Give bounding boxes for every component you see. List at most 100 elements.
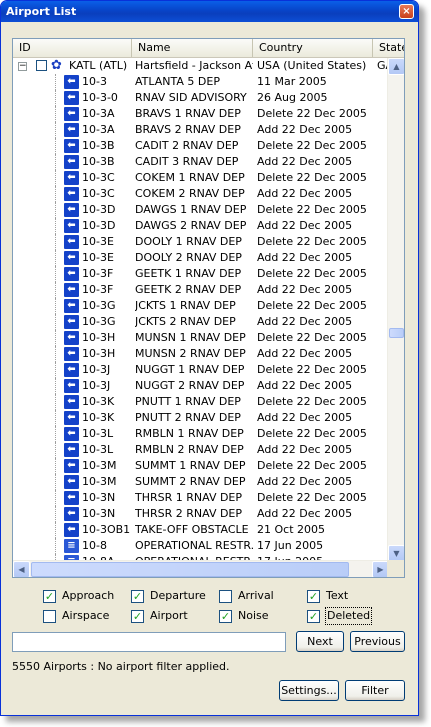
chart-row[interactable]: ⬅ 10-3C COKEM 1 RNAV DEP Delete 22 Dec 2005	[13, 170, 389, 186]
checkbox-box[interactable]: ✓	[307, 590, 320, 603]
chart-id: 10-3H	[82, 331, 116, 344]
chart-id: 10-3F	[82, 283, 114, 296]
horizontal-scrollbar[interactable]: ◀ ▶	[13, 560, 389, 577]
filter-arrival-checkbox[interactable]: Arrival	[219, 588, 299, 604]
chart-row[interactable]: ⬅ 10-3B CADIT 3 RNAV DEP Add 22 Dec 2005	[13, 154, 389, 170]
departure-chart-icon: ⬅	[64, 411, 79, 425]
chart-row[interactable]: ⬅ 10-3E DOOLY 2 RNAV DEP Add 22 Dec 2005	[13, 250, 389, 266]
column-header-id[interactable]: ID	[13, 39, 132, 57]
close-button[interactable]: ×	[399, 4, 414, 19]
checkbox-box[interactable]	[219, 590, 232, 603]
filter-noise-checkbox[interactable]: ✓ Noise	[219, 608, 299, 624]
chart-row[interactable]: ≡ 10-8 OPERATIONAL RESTR... 17 Jun 2005	[13, 538, 389, 554]
chart-row[interactable]: ⬅ 10-3G JCKTS 2 RNAV DEP Add 22 Dec 2005	[13, 314, 389, 330]
chart-row[interactable]: ⬅ 10-3OB1 TAKE-OFF OBSTACLE ... 21 Oct 2005	[13, 522, 389, 538]
chart-id: 10-3K	[82, 411, 115, 424]
chart-id: 10-3L	[82, 427, 114, 440]
chart-row[interactable]: ⬅ 10-3F GEETK 2 RNAV DEP Add 22 Dec 2005	[13, 282, 389, 298]
chart-row[interactable]: ⬅ 10-3C COKEM 2 RNAV DEP Add 22 Dec 2005	[13, 186, 389, 202]
chart-row[interactable]: ⬅ 10-3M SUMMT 1 RNAV DEP Delete 22 Dec 2005	[13, 458, 389, 474]
chart-name: CADIT 3 RNAV DEP	[135, 155, 239, 168]
chart-date: Delete 22 Dec 2005	[257, 491, 367, 504]
column-header-name[interactable]: Name	[132, 39, 253, 57]
chart-name: TAKE-OFF OBSTACLE ...	[135, 523, 253, 536]
chart-row[interactable]: ⬅ 10-3D DAWGS 2 RNAV DEP Add 22 Dec 2005	[13, 218, 389, 234]
chart-row[interactable]: ⬅ 10-3G JCKTS 1 RNAV DEP Delete 22 Dec 2005	[13, 298, 389, 314]
horizontal-scroll-thumb[interactable]	[31, 562, 349, 577]
departure-chart-icon: ⬅	[64, 347, 79, 361]
chart-row[interactable]: ⬅ 10-3A BRAVS 2 RNAV DEP Add 22 Dec 2005	[13, 122, 389, 138]
chart-id: 10-3E	[82, 235, 114, 248]
chart-name: OPERATIONAL RESTR...	[135, 539, 253, 552]
chart-row[interactable]: ⬅ 10-3-0 RNAV SID ADVISORY 26 Aug 2005	[13, 90, 389, 106]
chart-name: PNUTT 1 RNAV DEP	[135, 395, 241, 408]
chart-row[interactable]: ⬅ 10-3A BRAVS 1 RNAV DEP Delete 22 Dec 2005	[13, 106, 389, 122]
chart-row[interactable]: ⬅ 10-3K PNUTT 2 RNAV DEP Add 22 Dec 2005	[13, 410, 389, 426]
filter-text-checkbox[interactable]: ✓ Text	[307, 588, 387, 604]
chart-row[interactable]: ⬅ 10-3B CADIT 2 RNAV DEP Delete 22 Dec 2005	[13, 138, 389, 154]
filter-airport-checkbox[interactable]: ✓ Airport	[131, 608, 211, 624]
scroll-up-button[interactable]: ▲	[388, 58, 404, 75]
chart-id: 10-3F	[82, 267, 114, 280]
chart-row[interactable]: ⬅ 10-3J NUGGT 1 RNAV DEP Delete 22 Dec 2005	[13, 362, 389, 378]
chart-row[interactable]: ⬅ 10-3D DAWGS 1 RNAV DEP Delete 22 Dec 2005	[13, 202, 389, 218]
departure-chart-icon: ⬅	[64, 187, 79, 201]
chart-row[interactable]: ⬅ 10-3M SUMMT 2 RNAV DEP Add 22 Dec 2005	[13, 474, 389, 490]
chart-name: MUNSN 1 RNAV DEP	[135, 331, 246, 344]
tree-connector	[55, 394, 56, 410]
chart-row[interactable]: ⬅ 10-3F GEETK 1 RNAV DEP Delete 22 Dec 2005	[13, 266, 389, 282]
airport-tree-list[interactable]: ID Name Country State − ✿ KATL (ATL) Har…	[12, 38, 405, 578]
airport-name: Hartsfield - Jackson At...	[135, 59, 253, 72]
chart-name: THRSR 2 RNAV DEP	[135, 507, 243, 520]
checkbox-box[interactable]: ✓	[131, 590, 144, 603]
previous-button[interactable]: Previous	[350, 631, 405, 652]
tree-connector	[55, 186, 56, 202]
filter-departure-checkbox[interactable]: ✓ Departure	[131, 588, 211, 604]
chart-row[interactable]: ⬅ 10-3L RMBLN 1 RNAV DEP Delete 22 Dec 2005	[13, 426, 389, 442]
chart-id: 10-3C	[82, 187, 115, 200]
chart-row[interactable]: ⬅ 10-3N THRSR 2 RNAV DEP Add 22 Dec 2005	[13, 506, 389, 522]
chart-row[interactable]: ⬅ 10-3H MUNSN 1 RNAV DEP Delete 22 Dec 2005	[13, 330, 389, 346]
scroll-left-button[interactable]: ◀	[13, 561, 30, 577]
checkbox-box[interactable]: ✓	[43, 590, 56, 603]
filter-button[interactable]: Filter	[345, 680, 405, 701]
settings-button[interactable]: Settings...	[279, 680, 339, 701]
chart-date: Add 22 Dec 2005	[257, 347, 353, 360]
filter-approach-checkbox[interactable]: ✓ Approach	[43, 588, 123, 604]
chart-date: Delete 22 Dec 2005	[257, 235, 367, 248]
filter-airspace-checkbox[interactable]: Airspace	[43, 608, 123, 624]
chart-row[interactable]: ⬅ 10-3 ATLANTA 5 DEP 11 Mar 2005	[13, 74, 389, 90]
chart-name: NUGGT 2 RNAV DEP	[135, 379, 245, 392]
airport-checkbox[interactable]	[36, 60, 47, 71]
column-header-country[interactable]: Country	[253, 39, 373, 57]
chart-row[interactable]: ⬅ 10-3K PNUTT 1 RNAV DEP Delete 22 Dec 2005	[13, 394, 389, 410]
chart-row[interactable]: ⬅ 10-3E DOOLY 1 RNAV DEP Delete 22 Dec 2005	[13, 234, 389, 250]
chart-row[interactable]: ⬅ 10-3L RMBLN 2 RNAV DEP Add 22 Dec 2005	[13, 442, 389, 458]
checkbox-box[interactable]: ✓	[307, 610, 320, 623]
chart-row[interactable]: ⬅ 10-3J NUGGT 2 RNAV DEP Add 22 Dec 2005	[13, 378, 389, 394]
chart-name: CADIT 2 RNAV DEP	[135, 139, 239, 152]
next-button[interactable]: Next	[296, 631, 344, 652]
departure-chart-icon: ⬅	[64, 443, 79, 457]
chart-date: Add 22 Dec 2005	[257, 315, 353, 328]
departure-chart-icon: ⬅	[64, 267, 79, 281]
chart-date: Delete 22 Dec 2005	[257, 459, 367, 472]
chart-name: BRAVS 2 RNAV DEP	[135, 123, 241, 136]
chart-row[interactable]: ⬅ 10-3N THRSR 1 RNAV DEP Delete 22 Dec 2005	[13, 490, 389, 506]
airport-row-katl[interactable]: − ✿ KATL (ATL) Hartsfield - Jackson At..…	[13, 58, 389, 74]
chart-row[interactable]: ⬅ 10-3H MUNSN 2 RNAV DEP Add 22 Dec 2005	[13, 346, 389, 362]
column-header-state[interactable]: State	[373, 39, 404, 57]
departure-chart-icon: ⬅	[64, 523, 79, 537]
search-input[interactable]	[12, 632, 286, 652]
checkbox-box[interactable]	[43, 610, 56, 623]
vertical-scroll-thumb[interactable]	[389, 328, 404, 338]
checkbox-label: Noise	[238, 609, 269, 622]
filter-deleted-checkbox[interactable]: ✓ Deleted	[307, 607, 387, 625]
chart-name: GEETK 1 RNAV DEP	[135, 267, 242, 280]
chart-id: 10-3A	[82, 123, 115, 136]
vertical-scrollbar[interactable]: ▲ ▼	[387, 58, 404, 562]
checkbox-box[interactable]: ✓	[131, 610, 144, 623]
tree-connector	[55, 250, 56, 266]
checkbox-box[interactable]: ✓	[219, 610, 232, 623]
collapse-toggle[interactable]: −	[18, 62, 27, 71]
